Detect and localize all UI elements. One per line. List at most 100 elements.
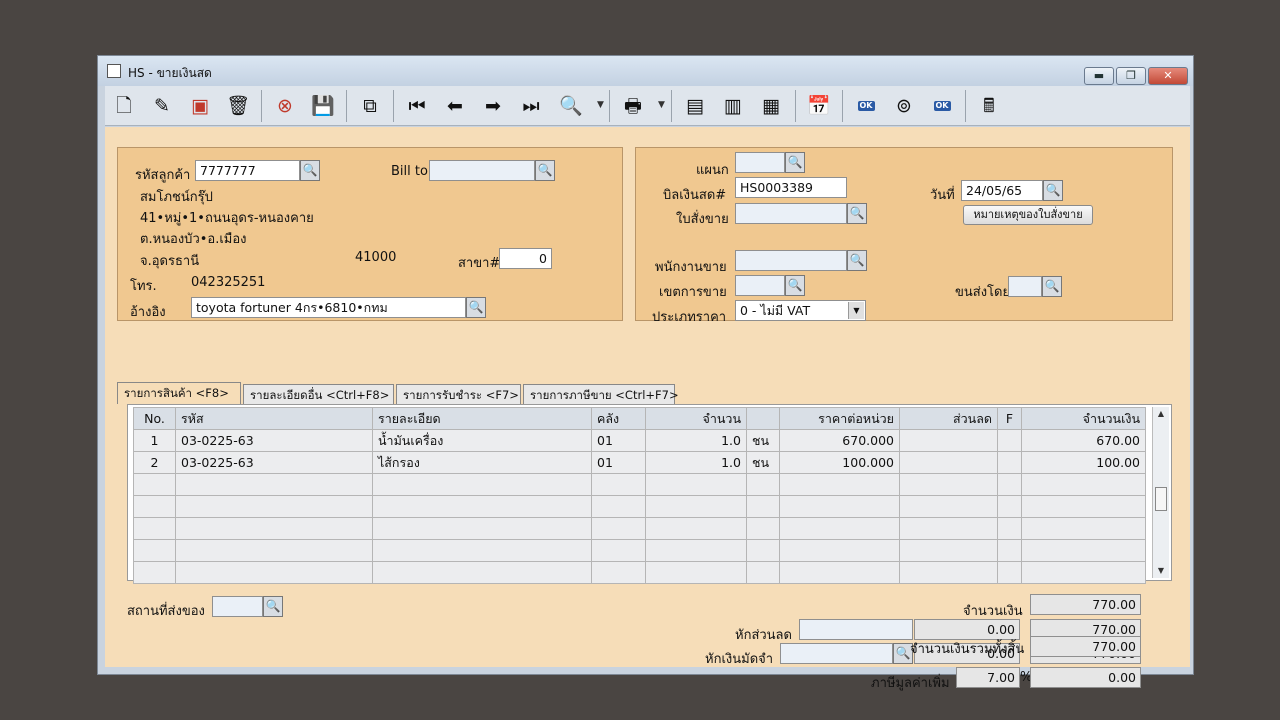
scroll-down-icon[interactable]: ▼ xyxy=(1153,564,1169,578)
cell-f[interactable] xyxy=(997,429,1022,452)
scroll-thumb[interactable] xyxy=(1155,487,1167,511)
calculator-icon[interactable]: 🖩 xyxy=(975,92,1003,120)
cell-discount[interactable] xyxy=(899,429,998,452)
table-row-empty[interactable] xyxy=(133,539,1146,562)
table-row-empty[interactable] xyxy=(133,561,1146,584)
search-binoculars-icon[interactable]: ⊚ xyxy=(890,92,918,120)
cell-unit-price[interactable]: 670.000 xyxy=(779,429,900,452)
copy-icon[interactable]: ⧉ xyxy=(356,92,384,120)
tab-payments[interactable]: รายการรับชำระ <F7> xyxy=(396,384,521,404)
cell-amount[interactable]: 100.00 xyxy=(1021,451,1146,474)
edit-icon[interactable]: ✎ xyxy=(148,92,176,120)
minimize-button[interactable]: ▬ xyxy=(1084,67,1114,85)
cancel-icon[interactable]: ⊗ xyxy=(271,92,299,120)
table-row[interactable]: 2 03-0225-63 ไส้กรอง 01 1.0 ชน 100.000 1… xyxy=(133,451,1146,474)
cell-amount[interactable]: 670.00 xyxy=(1021,429,1146,452)
title-bar[interactable]: HS - ขายเงินสด ▬ ❐ ✕ xyxy=(98,56,1193,86)
next-record-icon[interactable]: ➡ xyxy=(479,92,507,120)
delivery-place-field[interactable] xyxy=(212,596,263,617)
cell-quantity[interactable]: 1.0 xyxy=(645,429,747,452)
import-icon[interactable]: ▦ xyxy=(757,92,785,120)
cell-code[interactable]: 03-0225-63 xyxy=(175,429,373,452)
column-header-quantity[interactable]: จำนวน xyxy=(645,407,747,430)
shipping-field[interactable] xyxy=(1008,276,1042,297)
previous-record-icon[interactable]: ⬅ xyxy=(441,92,469,120)
column-header-description[interactable]: รายละเอียด xyxy=(372,407,592,430)
sales-order-note-button[interactable]: หมายเหตุของใบสั่งขาย xyxy=(963,205,1093,225)
column-header-warehouse[interactable]: คลัง xyxy=(591,407,646,430)
cell-quantity[interactable]: 1.0 xyxy=(645,451,747,474)
tab-items[interactable]: รายการสินค้า <F8> xyxy=(117,382,241,404)
search-icon[interactable]: 🔍 xyxy=(263,596,283,617)
column-header-f[interactable]: F xyxy=(997,407,1022,430)
chevron-down-icon[interactable]: ▼ xyxy=(658,100,665,110)
price-type-select[interactable]: 0 - ไม่มี VAT ▼ xyxy=(735,300,866,321)
vat-rate-field[interactable]: 7.00 xyxy=(956,667,1020,688)
maximize-button[interactable]: ❐ xyxy=(1116,67,1146,85)
bill-to-field[interactable] xyxy=(429,160,535,181)
toolbar-separator xyxy=(965,90,966,122)
search-icon[interactable]: 🔍 xyxy=(300,160,320,181)
search-icon[interactable]: 🔍 xyxy=(535,160,555,181)
find-icon[interactable]: 🔍 xyxy=(557,92,585,120)
approve-ok-icon[interactable]: OK xyxy=(852,92,880,120)
form-area: รหัสลูกค้า 7777777 🔍 Bill to 🔍 สมโภชน์กร… xyxy=(105,127,1190,691)
ok-icon[interactable]: OK xyxy=(928,92,956,120)
search-icon[interactable]: 🔍 xyxy=(466,297,486,318)
salesperson-field[interactable] xyxy=(735,250,847,271)
column-header-unit-price[interactable]: ราคาต่อหน่วย xyxy=(779,407,900,430)
table-row[interactable]: 1 03-0225-63 น้ำมันเครื่อง 01 1.0 ชน 670… xyxy=(133,429,1146,452)
table-row-empty[interactable] xyxy=(133,517,1146,540)
chevron-down-icon[interactable]: ▼ xyxy=(848,302,864,319)
column-header-amount[interactable]: จำนวนเงิน xyxy=(1021,407,1146,430)
delete-red-icon[interactable]: ▣ xyxy=(186,92,214,120)
trash-can-icon[interactable]: 🗑 xyxy=(224,92,252,120)
search-icon[interactable]: 🔍 xyxy=(847,250,867,271)
cell-unit-price[interactable]: 100.000 xyxy=(779,451,900,474)
cell-f[interactable] xyxy=(997,451,1022,474)
column-header-no[interactable]: No. xyxy=(133,407,176,430)
search-icon[interactable]: 🔍 xyxy=(785,152,805,173)
calendar-icon[interactable]: 📅 xyxy=(805,92,833,120)
chevron-down-icon[interactable]: ▼ xyxy=(597,100,604,110)
sales-order-field[interactable] xyxy=(735,203,847,224)
column-header-unit[interactable] xyxy=(746,407,780,430)
reference-field[interactable]: toyota fortuner 4กร•6810•กทม xyxy=(191,297,466,318)
cell-unit[interactable]: ชน xyxy=(746,429,780,452)
cell-code[interactable]: 03-0225-63 xyxy=(175,451,373,474)
last-record-icon[interactable]: ⏭ xyxy=(517,92,545,120)
branch-field[interactable]: 0 xyxy=(499,248,552,269)
cell-description[interactable]: น้ำมันเครื่อง xyxy=(372,429,592,452)
tab-sales-tax[interactable]: รายการภาษีขาย <Ctrl+F7> xyxy=(523,384,679,404)
vertical-scrollbar[interactable]: ▲ ▼ xyxy=(1152,407,1169,578)
invoice-number-field[interactable]: HS0003389 xyxy=(735,177,847,198)
table-row-empty[interactable] xyxy=(133,473,1146,496)
save-icon[interactable]: 💾 xyxy=(309,92,337,120)
table-row-empty[interactable] xyxy=(133,495,1146,518)
discount-input[interactable] xyxy=(799,619,913,640)
new-document-icon[interactable]: 🗋 xyxy=(110,92,138,120)
department-field[interactable] xyxy=(735,152,785,173)
date-field[interactable]: 24/05/65 xyxy=(961,180,1043,201)
cell-warehouse[interactable]: 01 xyxy=(591,429,646,452)
first-record-icon[interactable]: ⏮ xyxy=(403,92,431,120)
close-button[interactable]: ✕ xyxy=(1148,67,1188,85)
column-header-discount[interactable]: ส่วนลด xyxy=(899,407,998,430)
scroll-up-icon[interactable]: ▲ xyxy=(1153,407,1169,421)
search-icon[interactable]: 🔍 xyxy=(785,275,805,296)
customer-code-field[interactable]: 7777777 xyxy=(195,160,300,181)
search-icon[interactable]: 🔍 xyxy=(1043,180,1063,201)
cell-description[interactable]: ไส้กรอง xyxy=(372,451,592,474)
column-header-code[interactable]: รหัส xyxy=(175,407,373,430)
export-icon[interactable]: ▥ xyxy=(719,92,747,120)
deposit-input[interactable] xyxy=(780,643,893,664)
sales-area-field[interactable] xyxy=(735,275,785,296)
cell-discount[interactable] xyxy=(899,451,998,474)
tab-other-details[interactable]: รายละเอียดอื่น <Ctrl+F8> xyxy=(243,384,394,404)
report-icon[interactable]: ▤ xyxy=(681,92,709,120)
search-icon[interactable]: 🔍 xyxy=(1042,276,1062,297)
cell-warehouse[interactable]: 01 xyxy=(591,451,646,474)
cell-unit[interactable]: ชน xyxy=(746,451,780,474)
print-icon[interactable]: 🖶 xyxy=(619,92,647,120)
search-icon[interactable]: 🔍 xyxy=(847,203,867,224)
